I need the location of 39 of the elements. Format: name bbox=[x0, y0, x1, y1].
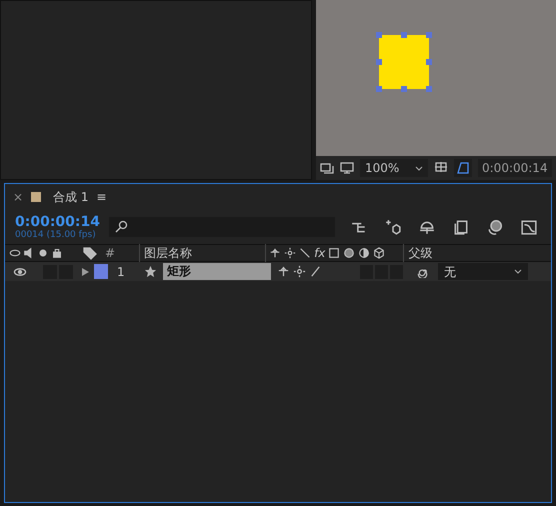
slash-icon[interactable] bbox=[309, 265, 322, 278]
effects-column-header: fx bbox=[314, 245, 326, 262]
region-icon[interactable] bbox=[434, 161, 448, 175]
zoom-dropdown[interactable]: 100% bbox=[360, 159, 428, 177]
graph-editor-icon[interactable] bbox=[521, 219, 537, 235]
eye-icon[interactable] bbox=[9, 247, 21, 259]
composition-tab[interactable]: 合成 1 bbox=[53, 188, 89, 206]
discs-icon[interactable] bbox=[487, 219, 503, 235]
composition-color-icon bbox=[31, 192, 42, 202]
film-stack-icon[interactable] bbox=[453, 219, 469, 235]
monitor-icon[interactable] bbox=[340, 161, 354, 175]
star-icon bbox=[144, 265, 157, 278]
expand-triangle-icon[interactable] bbox=[81, 266, 90, 276]
selected-rectangle-drawing[interactable] bbox=[376, 32, 432, 92]
sparkle-cube-icon[interactable] bbox=[385, 219, 401, 235]
sun-icon[interactable] bbox=[293, 265, 306, 278]
slash-icon[interactable] bbox=[299, 247, 312, 259]
layer-number: 1 bbox=[117, 264, 126, 280]
tag-icon[interactable] bbox=[83, 246, 97, 260]
parent-dropdown[interactable]: 无 bbox=[438, 263, 528, 280]
label-color-swatch[interactable] bbox=[94, 264, 108, 279]
viewer-timecode[interactable]: 0:00:00:14 bbox=[478, 159, 552, 177]
solo-dot-icon[interactable] bbox=[37, 247, 49, 259]
film-frame-icon[interactable] bbox=[328, 247, 340, 259]
blend-icon[interactable] bbox=[343, 247, 356, 259]
cube-icon[interactable] bbox=[373, 247, 386, 259]
search-icon[interactable] bbox=[115, 220, 129, 234]
layer-name[interactable]: 矩形 bbox=[163, 263, 271, 280]
current-timecode[interactable]: 0:00:00:14 bbox=[15, 214, 109, 230]
search-field[interactable] bbox=[109, 217, 335, 237]
half-circle-icon[interactable] bbox=[358, 247, 370, 259]
chevron-down-icon bbox=[514, 269, 522, 274]
number-column-header: # bbox=[105, 245, 116, 262]
chevron-down-icon bbox=[415, 166, 423, 170]
close-tab-button[interactable]: × bbox=[13, 188, 24, 206]
panel-menu-button[interactable]: ≡ bbox=[96, 188, 107, 206]
frame-info: 00014 (15.00 fps) bbox=[15, 230, 97, 240]
lock-icon[interactable] bbox=[51, 247, 63, 259]
sun-icon[interactable] bbox=[284, 247, 296, 259]
